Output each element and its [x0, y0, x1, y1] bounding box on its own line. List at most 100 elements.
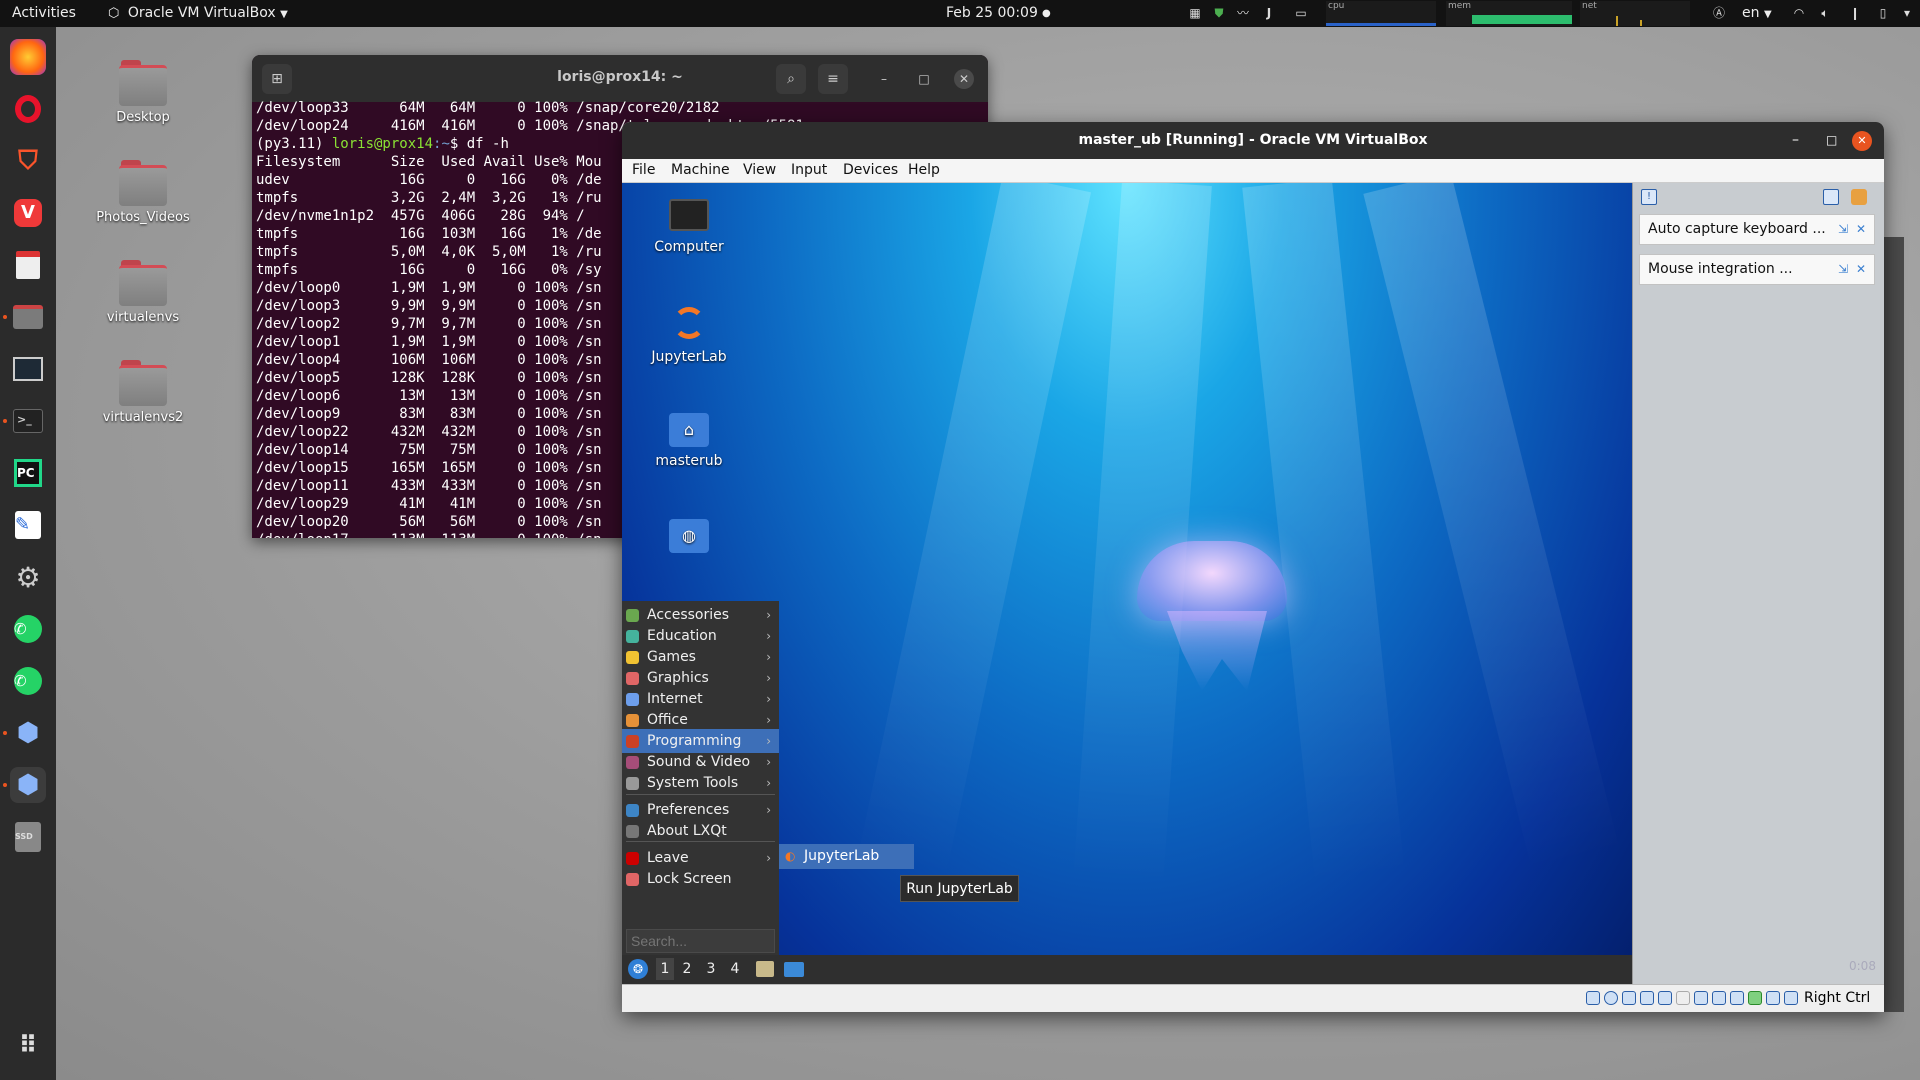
activities-button[interactable]: Activities	[12, 0, 76, 27]
notification-info-icon: !	[1641, 189, 1657, 205]
hard-disk-icon[interactable]	[1586, 991, 1600, 1005]
wave-icon[interactable]: 〰	[1236, 6, 1250, 20]
settings-icon[interactable]: ⚙	[10, 559, 46, 595]
grid-indicator-icon[interactable]: ▦	[1188, 6, 1202, 20]
close-icon[interactable]: ✕	[1852, 131, 1872, 151]
hamburger-menu-icon[interactable]: ≡	[818, 64, 848, 94]
submenu-item-label: JupyterLab	[804, 848, 880, 864]
menu-input[interactable]: Input	[791, 162, 827, 178]
maximize-icon[interactable]: □	[914, 69, 934, 89]
document-viewer-icon[interactable]	[10, 247, 46, 283]
recording-icon[interactable]	[1712, 991, 1726, 1005]
mouse-integration-icon[interactable]	[1766, 991, 1780, 1005]
screenshot-icon[interactable]	[10, 351, 46, 387]
dock-panel-icon[interactable]	[1823, 189, 1839, 205]
disk-icon[interactable]: SSD	[10, 819, 46, 855]
running-indicator	[3, 783, 7, 787]
desktop-folder-desktop[interactable]: Desktop	[83, 60, 203, 125]
workspace-4[interactable]: 4	[726, 958, 744, 980]
virtualbox-icon: ⬡	[108, 6, 120, 21]
menu-item-label: Lock Screen	[647, 871, 732, 887]
notification-keyboard[interactable]: Auto capture keyboard ... ⇲ ✕	[1639, 214, 1875, 245]
app-menu[interactable]: ⬡ Oracle VM VirtualBox ▼	[108, 0, 288, 27]
file-manager-icon[interactable]	[756, 961, 774, 977]
network-folder-icon: ◍	[669, 519, 709, 553]
clock[interactable]: Feb 25 00:09	[946, 0, 1038, 27]
menu-help[interactable]: Help	[908, 162, 940, 178]
minimize-icon[interactable]: –	[874, 69, 894, 89]
menu-devices[interactable]: Devices	[843, 162, 898, 178]
vt-x-icon[interactable]	[1748, 991, 1762, 1005]
cpu-icon[interactable]	[1730, 991, 1744, 1005]
workspace-2[interactable]: 2	[678, 958, 696, 980]
shared-folder-icon[interactable]	[1676, 991, 1690, 1005]
menu-view[interactable]: View	[743, 162, 776, 178]
shield-icon[interactable]: ⛊	[1212, 6, 1226, 20]
guest-icon-jupyterlab[interactable]: JupyterLab	[634, 301, 744, 365]
menu-item-about-lxqt[interactable]: About LXQt	[622, 819, 779, 843]
files-icon[interactable]	[10, 299, 46, 335]
display-icon[interactable]	[1694, 991, 1708, 1005]
opera-icon[interactable]	[10, 91, 46, 127]
audio-icon[interactable]	[1622, 991, 1636, 1005]
optical-drive-icon[interactable]	[1604, 991, 1618, 1005]
menu-item-label: Preferences	[647, 802, 730, 818]
keyboard-capture-icon[interactable]	[1784, 991, 1798, 1005]
menu-search-input[interactable]	[626, 929, 775, 953]
keyboard-a-icon[interactable]: Ⓐ	[1712, 6, 1726, 20]
guest-icon-network[interactable]: ◍	[634, 513, 744, 557]
guest-icon-computer[interactable]: Computer	[634, 195, 744, 255]
volume-icon[interactable]: 🔈︎	[1818, 6, 1832, 20]
virtualbox-icon[interactable]: ⬢	[10, 715, 46, 751]
pycharm-icon[interactable]: PC	[10, 455, 46, 491]
whatsapp-alt-icon[interactable]: ✆	[10, 663, 46, 699]
vbox-titlebar[interactable]: master_ub [Running] - Oracle VM VirtualB…	[622, 122, 1884, 159]
menu-machine[interactable]: Machine	[671, 162, 730, 178]
desktop-folder-virtualenvs2[interactable]: virtualenvs2	[83, 360, 203, 425]
close-icon[interactable]: ✕	[954, 69, 974, 89]
guest-icon-masterub[interactable]: ⌂ masterub	[634, 407, 744, 469]
mute-icon[interactable]: ⇲	[1838, 215, 1848, 244]
language-indicator[interactable]: en ▼	[1742, 0, 1772, 27]
submenu-item-jupyterlab[interactable]: ◐ JupyterLab	[779, 844, 914, 869]
workspace-3[interactable]: 3	[702, 958, 720, 980]
close-icon[interactable]: ✕	[1856, 255, 1866, 284]
virtualbox-active-icon[interactable]: ⬢	[10, 767, 46, 803]
power-menu-icon[interactable]: ▾	[1900, 6, 1914, 20]
maximize-icon[interactable]: □	[1826, 122, 1837, 159]
firefox-icon[interactable]	[10, 39, 46, 75]
search-icon[interactable]: ⌕	[776, 64, 806, 94]
usb-icon[interactable]	[1658, 991, 1672, 1005]
menu-item-system-tools[interactable]: System Tools ›	[622, 771, 779, 795]
menu-item-lock-screen[interactable]: Lock Screen	[622, 867, 779, 891]
vivaldi-icon[interactable]: V	[10, 195, 46, 231]
terminal-titlebar[interactable]: ⊞ loris@prox14: ~ ⌕ ≡ – □ ✕	[252, 55, 988, 102]
mute-icon[interactable]: ⇲	[1838, 255, 1848, 284]
light-ray	[857, 183, 1092, 878]
monitor-icon[interactable]: ▭	[1294, 6, 1308, 20]
battery-icon[interactable]: ▯	[1876, 6, 1890, 20]
text-editor-icon[interactable]: ✎	[10, 507, 46, 543]
microphone-icon[interactable]: ❙	[1848, 6, 1862, 20]
show-desktop-icon[interactable]	[784, 962, 804, 977]
guest-display[interactable]: Computer JupyterLab ⌂ masterub ◍ Accesso…	[622, 183, 1632, 984]
notification-mouse[interactable]: Mouse integration ... ⇲ ✕	[1639, 254, 1875, 285]
virtualbox-window[interactable]: master_ub [Running] - Oracle VM VirtualB…	[622, 122, 1884, 1012]
whatsapp-icon[interactable]: ✆	[10, 611, 46, 647]
close-icon[interactable]: ✕	[1856, 215, 1866, 244]
folder-icon	[119, 360, 167, 406]
network-icon[interactable]	[1640, 991, 1654, 1005]
app-grid-icon[interactable]: ⠿	[10, 1027, 46, 1063]
desktop-folder-photos[interactable]: Photos_Videos	[83, 160, 203, 225]
terminal-icon[interactable]: >_	[10, 403, 46, 439]
desktop-folder-virtualenvs[interactable]: virtualenvs	[83, 260, 203, 325]
lxqt-start-icon[interactable]: ❂	[628, 959, 648, 979]
workspace-1[interactable]: 1	[656, 958, 674, 980]
wifi-icon[interactable]: ◠	[1792, 6, 1806, 20]
brave-icon[interactable]: ⛉	[10, 143, 46, 179]
j-icon[interactable]: J	[1262, 6, 1276, 20]
running-indicator	[3, 315, 7, 319]
dismiss-all-icon[interactable]	[1851, 189, 1867, 205]
menu-file[interactable]: File	[632, 162, 655, 178]
minimize-icon[interactable]: –	[1792, 122, 1799, 159]
